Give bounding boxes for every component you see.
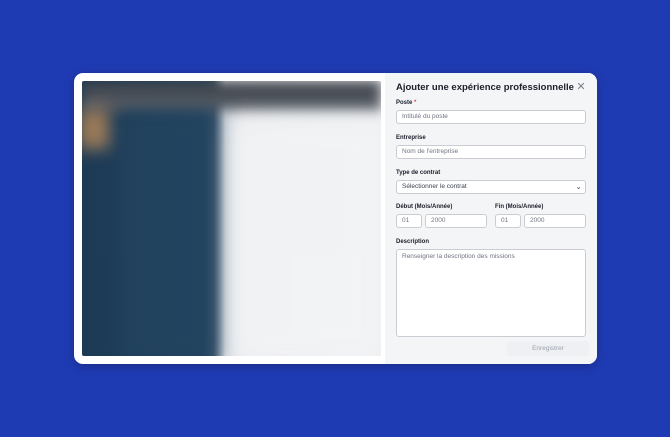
debut-month-input[interactable]: 01	[396, 214, 422, 228]
poste-input[interactable]: Intitulé du poste	[396, 110, 586, 124]
close-icon[interactable]: ✕	[575, 81, 587, 93]
debut-label: Début (Mois/Année)	[396, 204, 453, 210]
debut-year-input[interactable]: 2000	[425, 214, 487, 228]
contrat-label: Type de contrat	[396, 170, 441, 176]
description-label: Description	[396, 239, 430, 245]
chevron-down-icon: ⌄	[575, 182, 582, 191]
modal-title: Ajouter une expérience professionnelle	[396, 82, 574, 93]
entreprise-label: Entreprise	[396, 135, 426, 141]
fin-year-input[interactable]: 2000	[524, 214, 586, 228]
contrat-select[interactable]: Sélectionner le contrat ⌄	[396, 180, 586, 194]
save-button[interactable]: Enregistrer	[507, 341, 589, 356]
blurred-preview-image	[82, 81, 381, 356]
poste-label: Poste *	[396, 100, 417, 106]
add-experience-modal: Ajouter une expérience professionnelle ✕…	[74, 73, 597, 364]
experience-form: Ajouter une expérience professionnelle ✕…	[385, 73, 597, 364]
description-textarea[interactable]: Renseigner la description des missions	[396, 249, 586, 337]
fin-label: Fin (Mois/Année)	[495, 204, 544, 210]
entreprise-input[interactable]: Nom de l'entreprise	[396, 145, 586, 159]
fin-month-input[interactable]: 01	[495, 214, 521, 228]
